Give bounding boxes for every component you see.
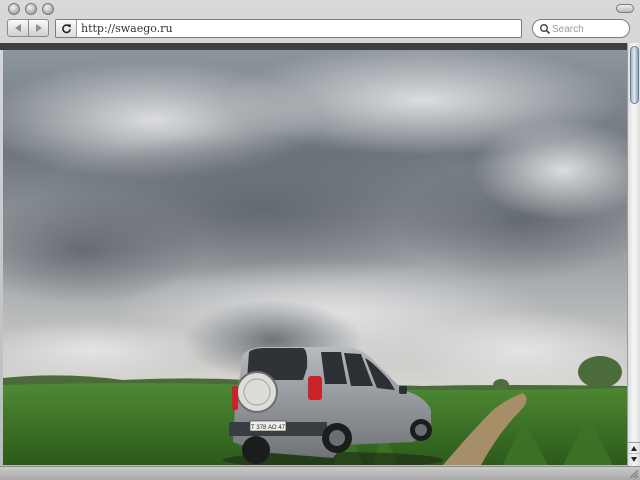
vertical-scrollbar[interactable] xyxy=(627,43,640,466)
content-top-border xyxy=(0,43,640,50)
search-input[interactable] xyxy=(552,22,626,36)
web-content: Т 378 АО 47 xyxy=(3,50,627,465)
search-box[interactable] xyxy=(532,19,630,38)
forward-button[interactable] xyxy=(28,20,48,36)
search-icon xyxy=(540,24,551,35)
address-bar[interactable]: http://swaego.ru xyxy=(55,19,522,38)
minimize-window-button[interactable] xyxy=(25,3,37,15)
toolbar-toggle-button[interactable] xyxy=(616,4,634,13)
back-arrow-icon xyxy=(15,24,21,32)
back-button[interactable] xyxy=(8,20,28,36)
title-bar xyxy=(0,0,640,17)
scroll-down-button[interactable] xyxy=(628,453,640,464)
scrollbar-thumb[interactable] xyxy=(630,46,639,104)
landscape-photo: Т 378 АО 47 xyxy=(3,50,627,465)
reload-icon xyxy=(61,24,71,34)
license-plate: Т 378 АО 47 xyxy=(251,425,286,431)
status-bar xyxy=(0,466,640,480)
down-arrow-icon xyxy=(631,456,637,462)
url-text: http://swaego.ru xyxy=(81,22,173,35)
reload-button[interactable] xyxy=(56,20,77,37)
resize-grip-icon[interactable] xyxy=(628,468,639,479)
scroll-up-button[interactable] xyxy=(628,442,640,453)
nav-buttons xyxy=(7,19,49,37)
toolbar: http://swaego.ru xyxy=(0,17,640,41)
forward-arrow-icon xyxy=(35,24,42,32)
close-window-button[interactable] xyxy=(8,3,20,15)
browser-window: http://swaego.ru Search Т 378 АО 47 xyxy=(0,0,640,480)
zoom-window-button[interactable] xyxy=(42,3,54,15)
up-arrow-icon xyxy=(631,445,637,451)
